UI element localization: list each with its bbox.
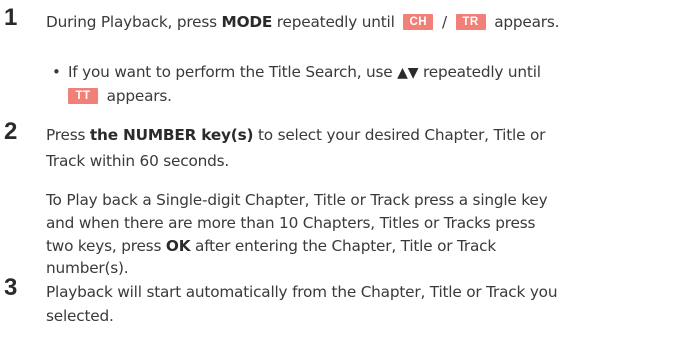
step-3-line2: selected. [46, 307, 114, 325]
step-1-text-after: appears. [489, 13, 560, 31]
bullet-text-before: If you want to perform the Title Search,… [68, 63, 398, 81]
badge-separator: / [437, 13, 452, 31]
bullet-text-after: repeatedly until [418, 63, 541, 81]
bullet-text-line2: TT appears. [68, 86, 172, 106]
step-2-number: 2 [4, 118, 18, 145]
step-2-line2: Track within 60 seconds. [46, 152, 230, 170]
up-arrow-icon: ▲ [397, 65, 408, 81]
step-1-text-mid: repeatedly until [272, 13, 400, 31]
step-3-number: 3 [4, 274, 18, 301]
bullet-text-line1: If you want to perform the Title Search,… [68, 62, 541, 83]
instruction-page: 1 During Playback, press MODE repeatedly… [0, 0, 688, 364]
ch-badge-icon: CH [403, 13, 434, 30]
step-1-text: During Playback, press MODE repeatedly u… [46, 12, 560, 32]
ok-key: OK [165, 237, 191, 255]
bullet-icon: • [52, 63, 61, 81]
step-3-line1: Playback will start automatically from t… [46, 283, 558, 301]
paragraph-line3-before: two keys, press [46, 237, 166, 255]
step-1-text-before: During Playback, press [46, 13, 222, 31]
step-2-line1-after: to select your desired Chapter, Title or [253, 126, 546, 144]
down-arrow-icon: ▼ [407, 65, 419, 81]
paragraph-line4: number(s). [46, 259, 129, 277]
bullet-line2-after: appears. [102, 87, 172, 105]
tt-badge-icon: TT [68, 87, 98, 104]
step-2-line1: Press the NUMBER key(s) to select your d… [46, 125, 545, 145]
paragraph-line3-after: after entering the Chapter, Title or Tra… [190, 237, 497, 255]
paragraph-line2: and when there are more than 10 Chapters… [46, 214, 536, 232]
step-1-number: 1 [4, 4, 18, 31]
number-key: the NUMBER key(s) [89, 126, 254, 144]
paragraph-line3: two keys, press OK after entering the Ch… [46, 236, 496, 256]
paragraph-line1: To Play back a Single-digit Chapter, Tit… [46, 191, 548, 209]
mode-key: MODE [221, 13, 273, 31]
tr-badge-icon: TR [455, 13, 486, 30]
step-2-text-before: Press [46, 126, 90, 144]
